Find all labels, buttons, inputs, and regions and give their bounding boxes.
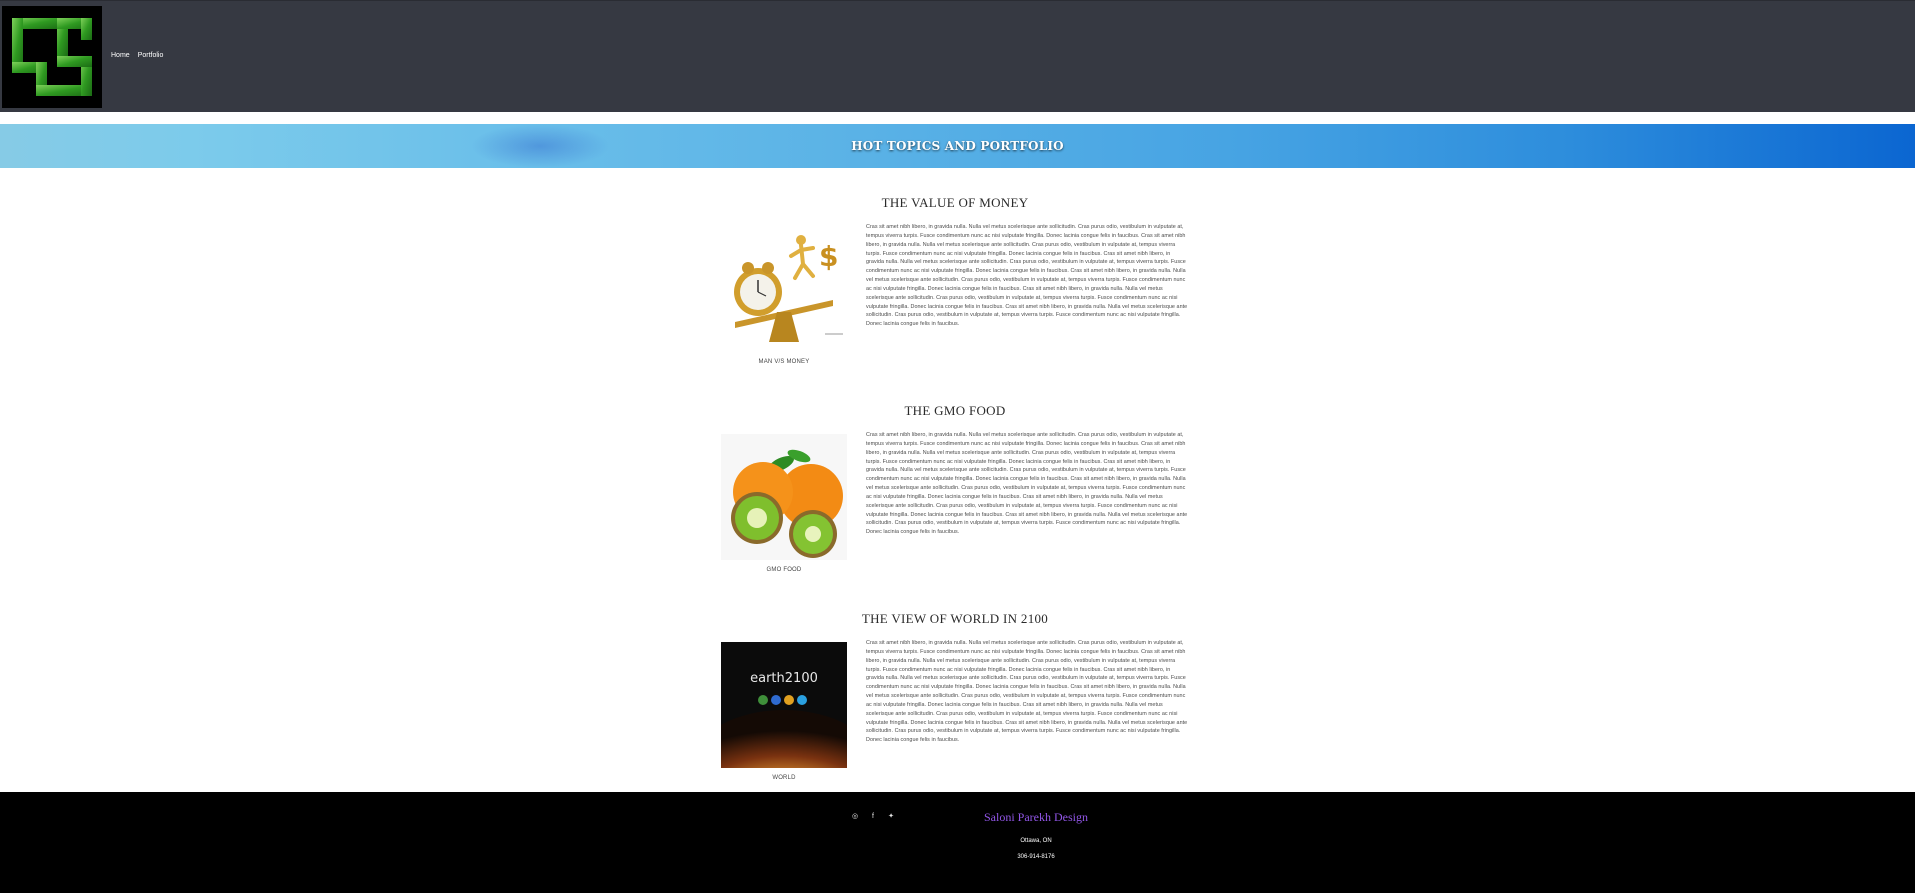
- twitter-icon[interactable]: ✦: [887, 812, 895, 820]
- section-title: THE GMO FOOD: [904, 403, 1006, 418]
- earth2100-text: earth2100: [750, 671, 818, 686]
- social-links: ◎ f ✦: [851, 812, 895, 821]
- nav-home-link[interactable]: Home: [111, 52, 130, 59]
- footer-brand-name: Saloni Parekh Design: [984, 810, 1088, 824]
- section-title: THE VALUE OF MONEY: [881, 195, 1029, 210]
- instagram-icon[interactable]: ◎: [851, 812, 859, 820]
- footer-city: Ottawa, ON: [1020, 838, 1052, 844]
- image-caption: MAN V/S MONEY: [758, 359, 810, 365]
- image-caption: GMO FOOD: [766, 567, 802, 573]
- site-header: Home Portfolio: [0, 0, 1915, 112]
- section-body-text: Cras sit amet nibh libero, in gravida nu…: [866, 640, 1188, 744]
- svg-text:$: $: [819, 240, 838, 273]
- footer-phone: 306-914-8176: [1017, 854, 1055, 860]
- clock-vs-money-image: $: [721, 226, 847, 352]
- orange-kiwi-image: [721, 434, 847, 560]
- main-nav: Home Portfolio: [111, 52, 163, 59]
- banner-title: HOT TOPICS AND PORTFOLIO: [851, 139, 1064, 153]
- site-logo[interactable]: [2, 6, 102, 108]
- section-body-text: Cras sit amet nibh libero, in gravida nu…: [866, 432, 1188, 536]
- image-caption: WORLD: [772, 775, 796, 781]
- section-body-text: Cras sit amet nibh libero, in gravida nu…: [866, 224, 1188, 328]
- section-title: THE VIEW OF WORLD IN 2100: [861, 611, 1049, 626]
- earth2100-image: earth2100: [721, 642, 847, 768]
- banner-glow: [470, 124, 610, 168]
- nav-portfolio-link[interactable]: Portfolio: [138, 52, 164, 59]
- facebook-icon[interactable]: f: [869, 812, 877, 820]
- hero-banner: HOT TOPICS AND PORTFOLIO: [0, 124, 1915, 168]
